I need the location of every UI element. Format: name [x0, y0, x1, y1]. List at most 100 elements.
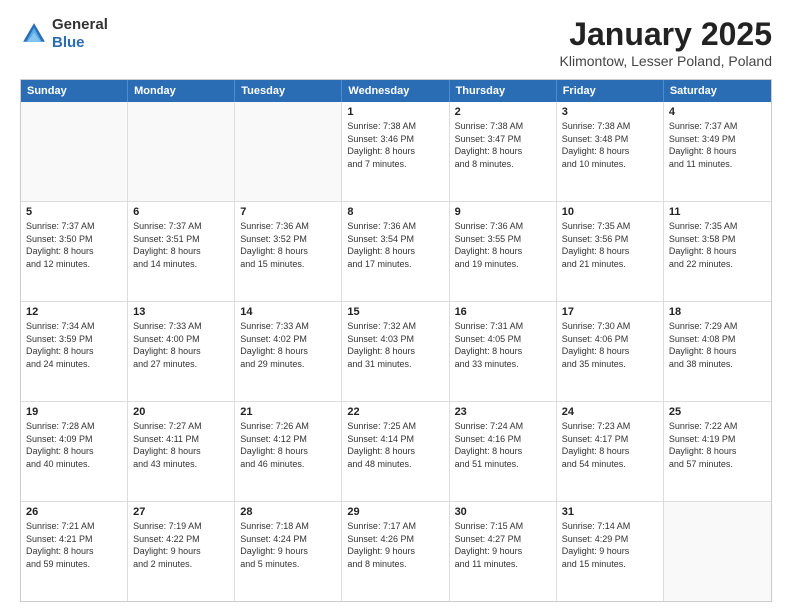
- day-number: 15: [347, 306, 443, 318]
- cal-cell: 8Sunrise: 7:36 AM Sunset: 3:54 PM Daylig…: [342, 202, 449, 301]
- cell-detail: Sunrise: 7:31 AM Sunset: 4:05 PM Dayligh…: [455, 320, 551, 370]
- cell-detail: Sunrise: 7:38 AM Sunset: 3:47 PM Dayligh…: [455, 120, 551, 170]
- cell-detail: Sunrise: 7:37 AM Sunset: 3:49 PM Dayligh…: [669, 120, 766, 170]
- cal-cell: [235, 102, 342, 201]
- day-number: 16: [455, 306, 551, 318]
- cell-detail: Sunrise: 7:36 AM Sunset: 3:55 PM Dayligh…: [455, 220, 551, 270]
- day-number: 26: [26, 506, 122, 518]
- cell-detail: Sunrise: 7:21 AM Sunset: 4:21 PM Dayligh…: [26, 520, 122, 570]
- cal-cell: 24 Sunrise: 7:23 AM Sunset: 4:17 PM Dayli…: [557, 402, 664, 501]
- cal-cell: 15 Sunrise: 7:32 AM Sunset: 4:03 PM Dayli…: [342, 302, 449, 401]
- cell-detail: Sunrise: 7:30 AM Sunset: 4:06 PM Dayligh…: [562, 320, 658, 370]
- cal-cell: 7Sunrise: 7:36 AM Sunset: 3:52 PM Daylig…: [235, 202, 342, 301]
- weekday-wednesday: Wednesday: [342, 80, 449, 102]
- day-number: 25: [669, 406, 766, 418]
- week-row-4: 26 Sunrise: 7:21 AM Sunset: 4:21 PM Dayli…: [21, 501, 771, 601]
- cell-detail: Sunrise: 7:38 AM Sunset: 3:48 PM Dayligh…: [562, 120, 658, 170]
- cal-cell: 29Sunrise: 7:17 AM Sunset: 4:26 PM Dayli…: [342, 502, 449, 601]
- location-title: Klimontow, Lesser Poland, Poland: [560, 53, 772, 69]
- cell-detail: Sunrise: 7:29 AM Sunset: 4:08 PM Dayligh…: [669, 320, 766, 370]
- weekday-friday: Friday: [557, 80, 664, 102]
- logo: General Blue: [20, 16, 108, 52]
- day-number: 27: [133, 506, 229, 518]
- cell-detail: Sunrise: 7:37 AM Sunset: 3:50 PM Dayligh…: [26, 220, 122, 270]
- cal-cell: 14 Sunrise: 7:33 AM Sunset: 4:02 PM Dayli…: [235, 302, 342, 401]
- cal-cell: [21, 102, 128, 201]
- cell-detail: Sunrise: 7:35 AM Sunset: 3:58 PM Dayligh…: [669, 220, 766, 270]
- day-number: 17: [562, 306, 658, 318]
- day-number: 19: [26, 406, 122, 418]
- cell-detail: Sunrise: 7:18 AM Sunset: 4:24 PM Dayligh…: [240, 520, 336, 570]
- day-number: 29: [347, 506, 443, 518]
- weekday-thursday: Thursday: [450, 80, 557, 102]
- day-number: 23: [455, 406, 551, 418]
- cell-detail: Sunrise: 7:33 AM Sunset: 4:00 PM Dayligh…: [133, 320, 229, 370]
- cal-cell: 16 Sunrise: 7:31 AM Sunset: 4:05 PM Dayli…: [450, 302, 557, 401]
- cal-cell: 19 Sunrise: 7:28 AM Sunset: 4:09 PM Dayli…: [21, 402, 128, 501]
- cell-detail: Sunrise: 7:26 AM Sunset: 4:12 PM Dayligh…: [240, 420, 336, 470]
- cal-cell: 30 Sunrise: 7:15 AM Sunset: 4:27 PM Dayli…: [450, 502, 557, 601]
- cal-cell: 31 Sunrise: 7:14 AM Sunset: 4:29 PM Dayli…: [557, 502, 664, 601]
- cal-cell: 26 Sunrise: 7:21 AM Sunset: 4:21 PM Dayli…: [21, 502, 128, 601]
- cal-cell: 4 Sunrise: 7:37 AM Sunset: 3:49 PM Daylig…: [664, 102, 771, 201]
- cal-cell: [128, 102, 235, 201]
- cell-detail: Sunrise: 7:14 AM Sunset: 4:29 PM Dayligh…: [562, 520, 658, 570]
- week-row-0: 1 Sunrise: 7:38 AM Sunset: 3:46 PM Daylig…: [21, 102, 771, 201]
- day-number: 6: [133, 206, 229, 218]
- title-block: January 2025 Klimontow, Lesser Poland, P…: [560, 16, 772, 69]
- day-number: 22: [347, 406, 443, 418]
- cell-detail: Sunrise: 7:35 AM Sunset: 3:56 PM Dayligh…: [562, 220, 658, 270]
- calendar-header: Sunday Monday Tuesday Wednesday Thursday…: [21, 80, 771, 102]
- day-number: 8: [347, 206, 443, 218]
- day-number: 10: [562, 206, 658, 218]
- week-row-3: 19 Sunrise: 7:28 AM Sunset: 4:09 PM Dayli…: [21, 401, 771, 501]
- day-number: 28: [240, 506, 336, 518]
- cal-cell: 23Sunrise: 7:24 AM Sunset: 4:16 PM Dayli…: [450, 402, 557, 501]
- cell-detail: Sunrise: 7:32 AM Sunset: 4:03 PM Dayligh…: [347, 320, 443, 370]
- day-number: 18: [669, 306, 766, 318]
- day-number: 31: [562, 506, 658, 518]
- logo-icon: [20, 20, 48, 48]
- day-number: 2: [455, 106, 551, 118]
- day-number: 4: [669, 106, 766, 118]
- day-number: 14: [240, 306, 336, 318]
- cell-detail: Sunrise: 7:15 AM Sunset: 4:27 PM Dayligh…: [455, 520, 551, 570]
- cal-cell: 17 Sunrise: 7:30 AM Sunset: 4:06 PM Dayli…: [557, 302, 664, 401]
- weekday-sunday: Sunday: [21, 80, 128, 102]
- cal-cell: 20 Sunrise: 7:27 AM Sunset: 4:11 PM Dayli…: [128, 402, 235, 501]
- cal-cell: 27Sunrise: 7:19 AM Sunset: 4:22 PM Dayli…: [128, 502, 235, 601]
- day-number: 20: [133, 406, 229, 418]
- cal-cell: 28 Sunrise: 7:18 AM Sunset: 4:24 PM Dayli…: [235, 502, 342, 601]
- week-row-1: 5Sunrise: 7:37 AM Sunset: 3:50 PM Daylig…: [21, 201, 771, 301]
- calendar: Sunday Monday Tuesday Wednesday Thursday…: [20, 79, 772, 602]
- day-number: 1: [347, 106, 443, 118]
- cell-detail: Sunrise: 7:23 AM Sunset: 4:17 PM Dayligh…: [562, 420, 658, 470]
- cal-cell: 25 Sunrise: 7:22 AM Sunset: 4:19 PM Dayli…: [664, 402, 771, 501]
- cal-cell: 21 Sunrise: 7:26 AM Sunset: 4:12 PM Dayli…: [235, 402, 342, 501]
- day-number: 30: [455, 506, 551, 518]
- day-number: 13: [133, 306, 229, 318]
- cal-cell: 10 Sunrise: 7:35 AM Sunset: 3:56 PM Dayli…: [557, 202, 664, 301]
- calendar-body: 1 Sunrise: 7:38 AM Sunset: 3:46 PM Daylig…: [21, 102, 771, 601]
- cal-cell: 22Sunrise: 7:25 AM Sunset: 4:14 PM Dayli…: [342, 402, 449, 501]
- cal-cell: 3 Sunrise: 7:38 AM Sunset: 3:48 PM Daylig…: [557, 102, 664, 201]
- day-number: 24: [562, 406, 658, 418]
- cal-cell: 11Sunrise: 7:35 AM Sunset: 3:58 PM Dayli…: [664, 202, 771, 301]
- day-number: 12: [26, 306, 122, 318]
- day-number: 3: [562, 106, 658, 118]
- logo-general: General: [52, 16, 108, 33]
- weekday-monday: Monday: [128, 80, 235, 102]
- cell-detail: Sunrise: 7:38 AM Sunset: 3:46 PM Dayligh…: [347, 120, 443, 170]
- cell-detail: Sunrise: 7:27 AM Sunset: 4:11 PM Dayligh…: [133, 420, 229, 470]
- cal-cell: [664, 502, 771, 601]
- day-number: 21: [240, 406, 336, 418]
- week-row-2: 12Sunrise: 7:34 AM Sunset: 3:59 PM Dayli…: [21, 301, 771, 401]
- cell-detail: Sunrise: 7:28 AM Sunset: 4:09 PM Dayligh…: [26, 420, 122, 470]
- cal-cell: 2 Sunrise: 7:38 AM Sunset: 3:47 PM Daylig…: [450, 102, 557, 201]
- month-title: January 2025: [560, 16, 772, 53]
- cal-cell: 5Sunrise: 7:37 AM Sunset: 3:50 PM Daylig…: [21, 202, 128, 301]
- cal-cell: 6Sunrise: 7:37 AM Sunset: 3:51 PM Daylig…: [128, 202, 235, 301]
- weekday-tuesday: Tuesday: [235, 80, 342, 102]
- cell-detail: Sunrise: 7:33 AM Sunset: 4:02 PM Dayligh…: [240, 320, 336, 370]
- cell-detail: Sunrise: 7:22 AM Sunset: 4:19 PM Dayligh…: [669, 420, 766, 470]
